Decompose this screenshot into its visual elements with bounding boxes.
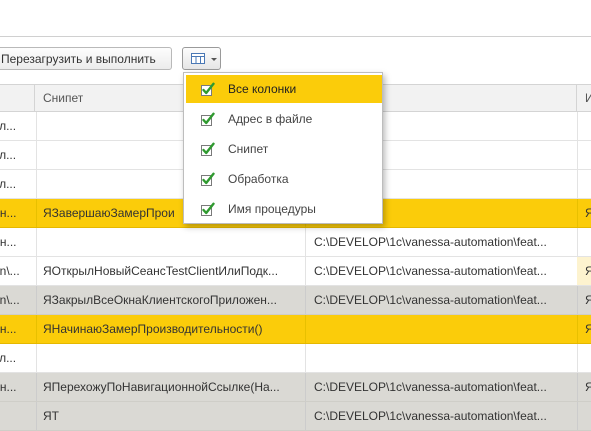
columns-dropdown-menu: Все колонки Адрес в файле Снипет Обработка И… xyxy=(183,72,383,224)
snippet-cell: ЯПерехожуПоНавигационнойСсылке(На... xyxy=(43,380,280,394)
name-cell xyxy=(585,141,591,169)
columns-menu-item-label: Адрес в файле xyxy=(228,112,313,126)
file-path-cell: C:\DEVELOP\1c\vanessa-automation\feat... xyxy=(314,264,547,278)
reload-and-run-button[interactable]: Перезагрузить и выполнить xyxy=(0,47,172,70)
cell-separator xyxy=(577,170,578,198)
cell-separator xyxy=(36,112,37,140)
name-cell xyxy=(585,228,591,256)
column-separator[interactable] xyxy=(34,85,35,111)
name-cell xyxy=(585,112,591,140)
snippet-cell: ЯНачинаюЗамерПроизводительности() xyxy=(43,322,263,336)
file-path-cell: C:\DEVELOP\1c\vanessa-automation\feat... xyxy=(314,235,547,249)
table-row[interactable]: ЯТ C:\DEVELOP\1c\vanessa-automation\feat.… xyxy=(0,402,591,431)
row-prefix-cell: вл... xyxy=(0,148,17,162)
cell-separator xyxy=(577,112,578,140)
checkbox-checked-icon[interactable] xyxy=(200,112,215,130)
cell-separator xyxy=(577,141,578,169)
cell-separator xyxy=(577,402,578,430)
checkbox-checked-icon[interactable] xyxy=(200,82,215,100)
column-header-snippet[interactable]: Снипет xyxy=(43,85,83,111)
cell-separator xyxy=(577,286,578,314)
snippet-cell xyxy=(43,344,301,372)
row-prefix-cell: бн... xyxy=(0,235,17,249)
cell-separator xyxy=(36,315,37,343)
table-row[interactable]: вл... xyxy=(0,344,591,373)
cell-separator xyxy=(305,286,306,314)
file-path-cell: C:\DEVELOP\1c\vanessa-automation\feat... xyxy=(314,409,547,423)
name-cell: Я xyxy=(585,322,591,336)
cell-separator xyxy=(305,373,306,401)
cell-separator xyxy=(36,286,37,314)
column-header-name[interactable]: И xyxy=(585,85,591,111)
columns-menu-item[interactable]: Адрес в файле xyxy=(186,105,382,133)
cell-separator xyxy=(577,199,578,227)
cell-separator xyxy=(305,257,306,285)
row-prefix-cell: вл... xyxy=(0,351,17,365)
cell-separator xyxy=(577,228,578,256)
cell-separator xyxy=(36,141,37,169)
checkbox-checked-icon[interactable] xyxy=(200,202,215,220)
snippet-cell xyxy=(43,228,301,256)
cell-separator xyxy=(36,257,37,285)
row-prefix-cell: бн... xyxy=(0,206,17,220)
columns-menu-item[interactable]: Снипет xyxy=(186,135,382,163)
cell-separator xyxy=(305,402,306,430)
row-prefix-cell: бн... xyxy=(0,380,17,394)
name-cell xyxy=(585,344,591,372)
cell-separator xyxy=(305,228,306,256)
cell-separator xyxy=(36,373,37,401)
cell-separator xyxy=(577,315,578,343)
file-path-cell xyxy=(314,344,570,372)
table-row[interactable]: бн... ЯНачинаюЗамерПроизводительности() Я xyxy=(0,315,591,344)
table-row[interactable]: on\... ЯЗакрылВсеОкнаКлиентскогоПриложен.… xyxy=(0,286,591,315)
cell-separator xyxy=(577,344,578,372)
columns-menu-button[interactable] xyxy=(182,47,221,70)
name-cell: Я xyxy=(585,264,591,278)
name-cell xyxy=(585,402,591,430)
checkbox-checked-icon[interactable] xyxy=(200,142,215,160)
snippet-cell: ЯОткрылНовыйСеансTestClientИлиПодк... xyxy=(43,264,279,278)
columns-menu-item-label: Имя процедуры xyxy=(228,202,316,216)
name-cell xyxy=(585,170,591,198)
cell-separator xyxy=(36,344,37,372)
row-prefix-cell xyxy=(0,402,31,430)
column-separator[interactable] xyxy=(576,85,577,111)
row-prefix-cell: on\... xyxy=(0,264,20,278)
checkbox-checked-icon[interactable] xyxy=(200,172,215,190)
table-row[interactable]: бн... C:\DEVELOP\1c\vanessa-automation\fe… xyxy=(0,228,591,257)
file-path-cell: C:\DEVELOP\1c\vanessa-automation\feat... xyxy=(314,380,547,394)
name-cell: Я xyxy=(585,380,591,394)
row-prefix-cell: вл... xyxy=(0,177,17,191)
cell-separator xyxy=(36,402,37,430)
row-prefix-cell: бн... xyxy=(0,322,17,336)
table-row[interactable]: on\... ЯОткрылНовыйСеансTestClientИлиПодк… xyxy=(0,257,591,286)
columns-menu-item[interactable]: Все колонки xyxy=(186,75,382,103)
columns-menu-item[interactable]: Имя процедуры xyxy=(186,195,382,223)
cell-separator xyxy=(36,199,37,227)
snippet-cell: ЯЗакрылВсеОкнаКлиентскогоПриложен... xyxy=(43,293,277,307)
columns-menu-item-label: Все колонки xyxy=(228,82,297,96)
columns-menu-item-label: Снипет xyxy=(228,142,269,156)
row-prefix-cell: вл... xyxy=(0,119,17,133)
columns-menu-item[interactable]: Обработка xyxy=(186,165,382,193)
file-path-cell: C:\DEVELOP\1c\vanessa-automation\feat... xyxy=(314,293,547,307)
toolbar-divider xyxy=(0,36,591,37)
grid-icon xyxy=(191,53,205,67)
table-row[interactable]: бн... ЯПерехожуПоНавигационнойСсылке(На..… xyxy=(0,373,591,402)
file-path-cell xyxy=(314,315,570,343)
name-cell: Я xyxy=(585,293,591,307)
chevron-down-icon xyxy=(211,58,217,61)
cell-separator xyxy=(305,315,306,343)
name-cell: Я xyxy=(585,206,591,220)
cell-separator xyxy=(577,373,578,401)
cell-separator xyxy=(305,344,306,372)
snippet-cell: ЯТ xyxy=(43,409,59,423)
cell-separator xyxy=(36,170,37,198)
row-prefix-cell: on\... xyxy=(0,293,20,307)
cell-separator xyxy=(36,228,37,256)
columns-menu-item-label: Обработка xyxy=(228,172,289,186)
